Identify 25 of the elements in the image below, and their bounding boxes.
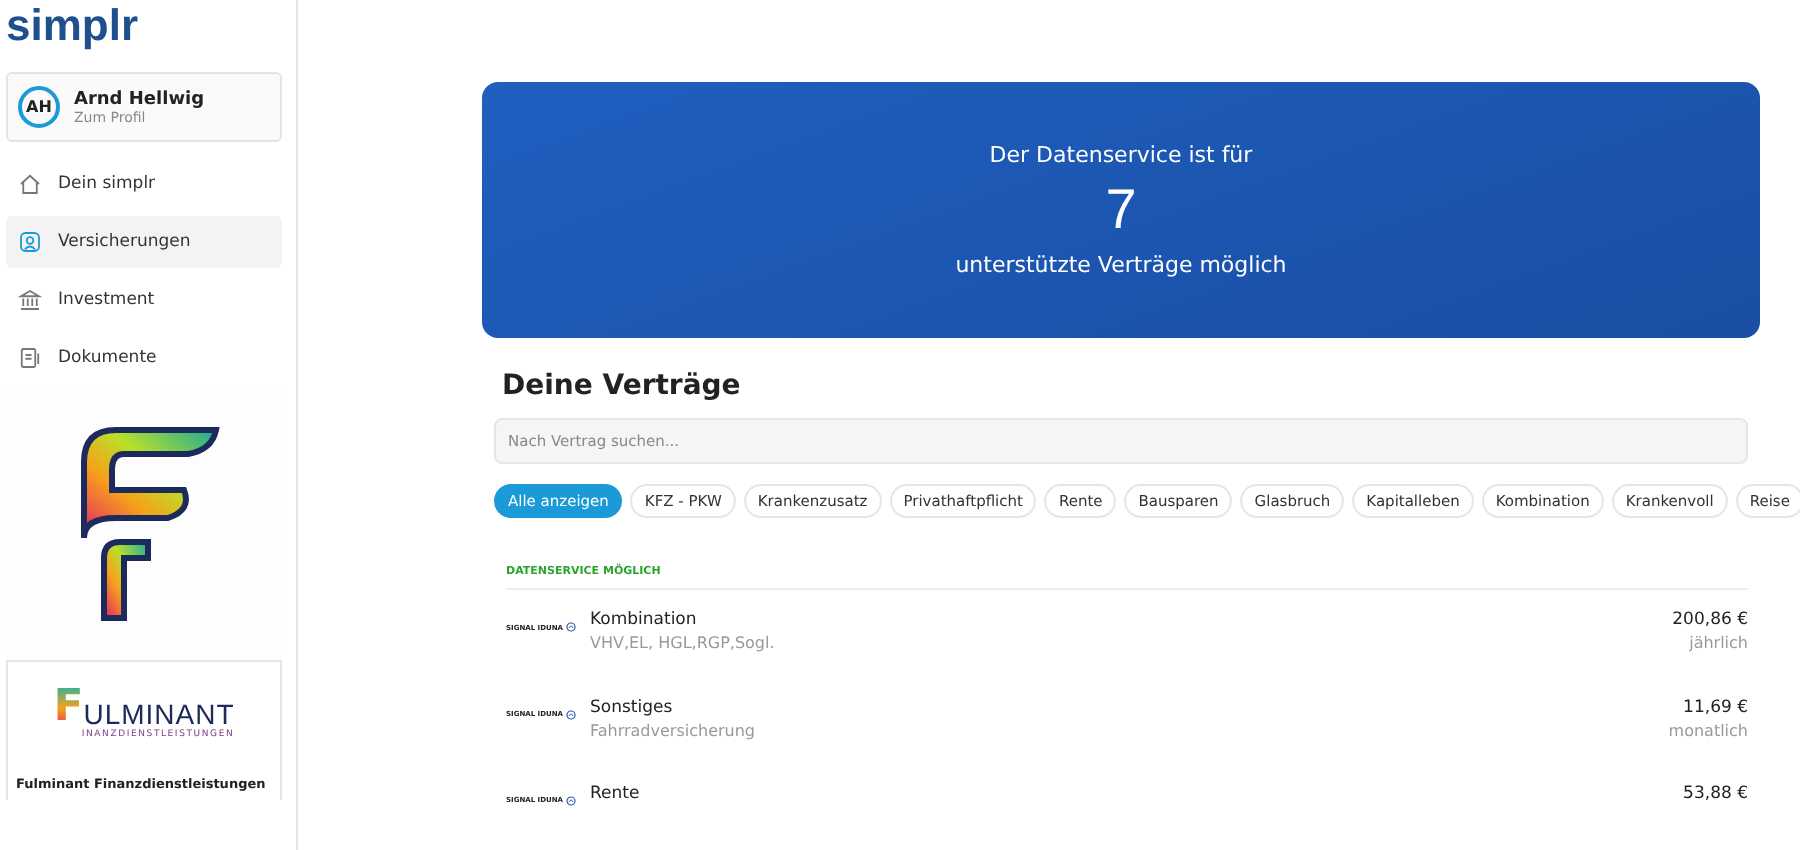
- person-icon: [18, 230, 42, 254]
- section-heading: Deine Verträge: [502, 370, 743, 403]
- contract-detail: Fahrradversicherung: [590, 721, 757, 740]
- avatar: AH: [18, 86, 60, 128]
- payment-period: monatlich: [1668, 721, 1748, 740]
- nav-item[interactable]: Versicherungen: [6, 216, 282, 268]
- contract-title[interactable]: Rente: [590, 783, 1684, 804]
- contract-amount: 11,69 €: [1683, 697, 1748, 718]
- contract-title[interactable]: Kombination: [590, 610, 1673, 631]
- banner-text: unterstützte Verträge möglich: [955, 252, 1287, 279]
- bank-icon: [18, 288, 42, 312]
- contract-detail: VHV,EL, HGL,RGP,Sogl.: [590, 634, 777, 653]
- contract-amount: 200,86 €: [1672, 610, 1748, 631]
- contract-amount: 53,88 €: [1683, 783, 1748, 804]
- nav-item[interactable]: Dokumente: [6, 332, 282, 384]
- profile-name: Arnd Hellwig: [74, 89, 205, 109]
- banner-text: Der Datenservice ist für: [989, 142, 1253, 169]
- contract-title[interactable]: Sonstiges: [590, 697, 1669, 718]
- document-icon: [18, 346, 42, 370]
- banner-count: 7: [1105, 176, 1137, 245]
- brand-logo[interactable]: simplr: [6, 0, 139, 52]
- nav-item[interactable]: Dein simplr: [6, 158, 282, 210]
- home-icon: [18, 172, 42, 196]
- payment-period: jährlich: [1689, 634, 1748, 653]
- nav-item[interactable]: Investment: [6, 274, 282, 326]
